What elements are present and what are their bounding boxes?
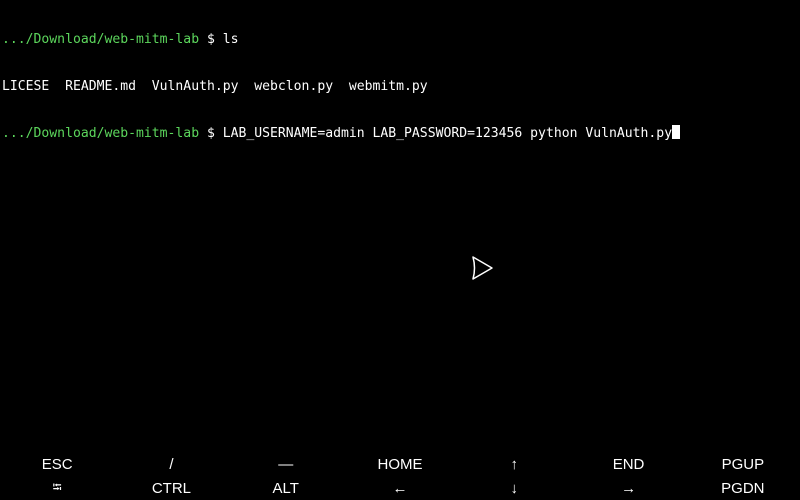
terminal-line-2: LICESE README.md VulnAuth.py webclon.py … xyxy=(2,79,800,95)
down-arrow-key[interactable]: ↓ xyxy=(457,476,571,500)
prompt-symbol: $ xyxy=(199,126,223,141)
output-text: LICESE README.md VulnAuth.py webclon.py … xyxy=(2,78,428,94)
pointer-cursor-icon xyxy=(469,254,495,282)
terminal-output[interactable]: .../Download/web-mitm-lab $ ls LICESE RE… xyxy=(2,1,800,441)
alt-key[interactable]: ALT xyxy=(229,476,343,500)
right-arrow-key[interactable]: → xyxy=(571,476,685,500)
end-key[interactable]: END xyxy=(571,452,685,476)
command-input[interactable]: LAB_USERNAME=admin LAB_PASSWORD=123456 p… xyxy=(223,126,672,141)
prompt-path: .../Download/web-mitm-lab xyxy=(2,126,200,141)
command-text: ls xyxy=(222,32,239,47)
dash-key[interactable]: — xyxy=(229,452,343,476)
home-key[interactable]: HOME xyxy=(343,452,457,476)
prompt-symbol: $ xyxy=(199,32,223,47)
up-arrow-key[interactable]: ↑ xyxy=(457,452,571,476)
text-cursor xyxy=(672,125,681,139)
tab-key[interactable]: ⭾ xyxy=(0,476,114,500)
extra-keys-bar: ESC / — HOME ↑ END PGUP ⭾ CTRL ALT ← ↓ →… xyxy=(0,452,800,500)
prompt-path: .../Download/web-mitm-lab xyxy=(2,32,200,47)
slash-key[interactable]: / xyxy=(114,452,228,476)
terminal-line-1: .../Download/web-mitm-lab $ ls xyxy=(2,32,800,48)
pgdn-key[interactable]: PGDN xyxy=(686,476,800,500)
pgup-key[interactable]: PGUP xyxy=(686,452,800,476)
ctrl-key[interactable]: CTRL xyxy=(114,476,228,500)
esc-key[interactable]: ESC xyxy=(0,452,114,476)
left-arrow-key[interactable]: ← xyxy=(343,476,457,500)
terminal-line-3: .../Download/web-mitm-lab $ LAB_USERNAME… xyxy=(2,125,800,141)
